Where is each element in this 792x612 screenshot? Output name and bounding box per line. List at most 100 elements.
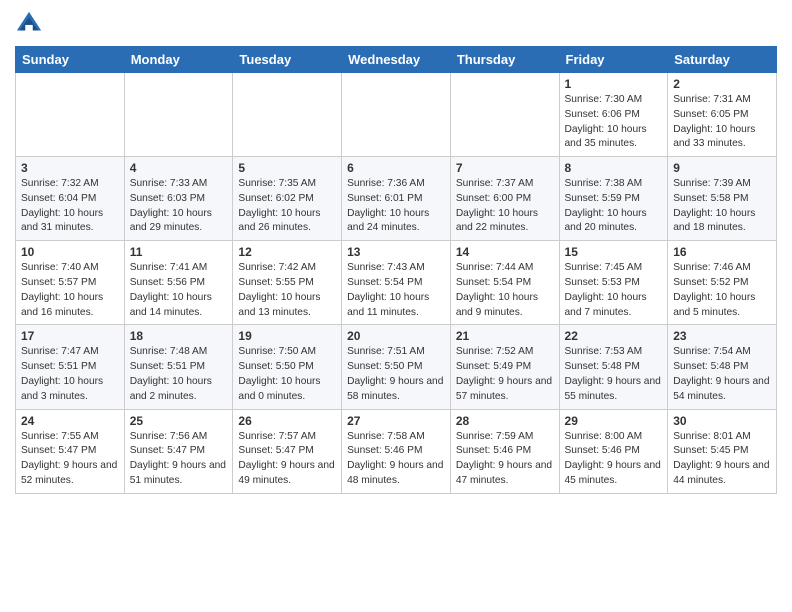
day-number: 20	[347, 329, 445, 343]
calendar-week-5: 24 Sunrise: 7:55 AM Sunset: 5:47 PM Dayli…	[16, 409, 777, 493]
calendar-cell: 16 Sunrise: 7:46 AM Sunset: 5:52 PM Dayli…	[668, 241, 777, 325]
day-number: 29	[565, 414, 663, 428]
day-info: Sunrise: 7:30 AM Sunset: 6:06 PM Dayligh…	[565, 93, 663, 152]
calendar-cell: 30 Sunrise: 8:01 AM Sunset: 5:45 PM Dayli…	[668, 409, 777, 493]
calendar-cell: 2Sunrise: 7:31 AM Sunset: 6:05 PM Daylig…	[668, 73, 777, 157]
day-header-wednesday: Wednesday	[342, 47, 451, 73]
day-info: Sunrise: 7:59 AM Sunset: 5:46 PM Dayligh…	[456, 430, 554, 489]
calendar-cell: 18 Sunrise: 7:48 AM Sunset: 5:51 PM Dayli…	[124, 325, 233, 409]
day-info: Sunrise: 7:51 AM Sunset: 5:50 PM Dayligh…	[347, 345, 445, 404]
day-info: Sunrise: 7:36 AM Sunset: 6:01 PM Dayligh…	[347, 177, 445, 236]
day-info: Sunrise: 7:41 AM Sunset: 5:56 PM Dayligh…	[130, 261, 228, 320]
day-number: 16	[673, 245, 771, 259]
day-header-monday: Monday	[124, 47, 233, 73]
day-number: 3	[21, 161, 119, 175]
day-number: 18	[130, 329, 228, 343]
day-header-sunday: Sunday	[16, 47, 125, 73]
calendar-cell: 3 Sunrise: 7:32 AM Sunset: 6:04 PM Daylig…	[16, 157, 125, 241]
calendar-cell: 14Sunrise: 7:44 AM Sunset: 5:54 PM Dayli…	[450, 241, 559, 325]
day-info: Sunrise: 7:57 AM Sunset: 5:47 PM Dayligh…	[238, 430, 336, 489]
day-info: Sunrise: 7:48 AM Sunset: 5:51 PM Dayligh…	[130, 345, 228, 404]
day-info: Sunrise: 7:58 AM Sunset: 5:46 PM Dayligh…	[347, 430, 445, 489]
day-info: Sunrise: 7:52 AM Sunset: 5:49 PM Dayligh…	[456, 345, 554, 404]
calendar-cell: 23 Sunrise: 7:54 AM Sunset: 5:48 PM Dayli…	[668, 325, 777, 409]
calendar-cell: 6 Sunrise: 7:36 AM Sunset: 6:01 PM Daylig…	[342, 157, 451, 241]
calendar-cell	[124, 73, 233, 157]
day-info: Sunrise: 7:37 AM Sunset: 6:00 PM Dayligh…	[456, 177, 554, 236]
day-number: 22	[565, 329, 663, 343]
calendar-cell: 12 Sunrise: 7:42 AM Sunset: 5:55 PM Dayli…	[233, 241, 342, 325]
day-number: 6	[347, 161, 445, 175]
calendar-cell: 11 Sunrise: 7:41 AM Sunset: 5:56 PM Dayli…	[124, 241, 233, 325]
page-header	[15, 10, 777, 38]
logo	[15, 10, 47, 38]
calendar-header-row: SundayMondayTuesdayWednesdayThursdayFrid…	[16, 47, 777, 73]
day-info: Sunrise: 8:01 AM Sunset: 5:45 PM Dayligh…	[673, 430, 771, 489]
calendar-cell: 27 Sunrise: 7:58 AM Sunset: 5:46 PM Dayli…	[342, 409, 451, 493]
day-header-thursday: Thursday	[450, 47, 559, 73]
day-number: 21	[456, 329, 554, 343]
day-number: 12	[238, 245, 336, 259]
day-number: 26	[238, 414, 336, 428]
calendar-cell: 24 Sunrise: 7:55 AM Sunset: 5:47 PM Dayli…	[16, 409, 125, 493]
day-number: 5	[238, 161, 336, 175]
day-info: Sunrise: 7:40 AM Sunset: 5:57 PM Dayligh…	[21, 261, 119, 320]
day-number: 24	[21, 414, 119, 428]
calendar-cell	[233, 73, 342, 157]
day-info: Sunrise: 7:33 AM Sunset: 6:03 PM Dayligh…	[130, 177, 228, 236]
day-number: 8	[565, 161, 663, 175]
day-info: Sunrise: 7:39 AM Sunset: 5:58 PM Dayligh…	[673, 177, 771, 236]
day-number: 10	[21, 245, 119, 259]
day-info: Sunrise: 7:54 AM Sunset: 5:48 PM Dayligh…	[673, 345, 771, 404]
day-info: Sunrise: 7:43 AM Sunset: 5:54 PM Dayligh…	[347, 261, 445, 320]
calendar-cell: 28 Sunrise: 7:59 AM Sunset: 5:46 PM Dayli…	[450, 409, 559, 493]
day-number: 28	[456, 414, 554, 428]
calendar-cell: 13 Sunrise: 7:43 AM Sunset: 5:54 PM Dayli…	[342, 241, 451, 325]
calendar-cell: 4 Sunrise: 7:33 AM Sunset: 6:03 PM Daylig…	[124, 157, 233, 241]
day-number: 30	[673, 414, 771, 428]
day-info: Sunrise: 7:31 AM Sunset: 6:05 PM Dayligh…	[673, 93, 771, 152]
calendar-cell	[342, 73, 451, 157]
calendar-cell: 7Sunrise: 7:37 AM Sunset: 6:00 PM Daylig…	[450, 157, 559, 241]
day-number: 27	[347, 414, 445, 428]
day-number: 4	[130, 161, 228, 175]
day-number: 19	[238, 329, 336, 343]
day-info: Sunrise: 7:46 AM Sunset: 5:52 PM Dayligh…	[673, 261, 771, 320]
day-info: Sunrise: 7:47 AM Sunset: 5:51 PM Dayligh…	[21, 345, 119, 404]
calendar-cell: 22 Sunrise: 7:53 AM Sunset: 5:48 PM Dayli…	[559, 325, 668, 409]
day-info: Sunrise: 7:42 AM Sunset: 5:55 PM Dayligh…	[238, 261, 336, 320]
day-number: 15	[565, 245, 663, 259]
calendar-cell: 9 Sunrise: 7:39 AM Sunset: 5:58 PM Daylig…	[668, 157, 777, 241]
calendar-week-4: 17Sunrise: 7:47 AM Sunset: 5:51 PM Dayli…	[16, 325, 777, 409]
calendar-cell: 5 Sunrise: 7:35 AM Sunset: 6:02 PM Daylig…	[233, 157, 342, 241]
day-number: 23	[673, 329, 771, 343]
calendar-cell	[450, 73, 559, 157]
day-number: 9	[673, 161, 771, 175]
day-number: 11	[130, 245, 228, 259]
calendar-cell: 10 Sunrise: 7:40 AM Sunset: 5:57 PM Dayli…	[16, 241, 125, 325]
day-number: 13	[347, 245, 445, 259]
day-info: Sunrise: 7:55 AM Sunset: 5:47 PM Dayligh…	[21, 430, 119, 489]
calendar-week-1: 1Sunrise: 7:30 AM Sunset: 6:06 PM Daylig…	[16, 73, 777, 157]
calendar-cell: 21 Sunrise: 7:52 AM Sunset: 5:49 PM Dayli…	[450, 325, 559, 409]
day-info: Sunrise: 8:00 AM Sunset: 5:46 PM Dayligh…	[565, 430, 663, 489]
calendar-table: SundayMondayTuesdayWednesdayThursdayFrid…	[15, 46, 777, 494]
day-header-tuesday: Tuesday	[233, 47, 342, 73]
calendar-week-2: 3 Sunrise: 7:32 AM Sunset: 6:04 PM Daylig…	[16, 157, 777, 241]
calendar-cell: 26 Sunrise: 7:57 AM Sunset: 5:47 PM Dayli…	[233, 409, 342, 493]
day-info: Sunrise: 7:56 AM Sunset: 5:47 PM Dayligh…	[130, 430, 228, 489]
day-info: Sunrise: 7:32 AM Sunset: 6:04 PM Dayligh…	[21, 177, 119, 236]
calendar-cell: 15 Sunrise: 7:45 AM Sunset: 5:53 PM Dayli…	[559, 241, 668, 325]
day-header-friday: Friday	[559, 47, 668, 73]
calendar-cell: 17Sunrise: 7:47 AM Sunset: 5:51 PM Dayli…	[16, 325, 125, 409]
calendar-cell: 25 Sunrise: 7:56 AM Sunset: 5:47 PM Dayli…	[124, 409, 233, 493]
calendar-cell: 1Sunrise: 7:30 AM Sunset: 6:06 PM Daylig…	[559, 73, 668, 157]
day-info: Sunrise: 7:45 AM Sunset: 5:53 PM Dayligh…	[565, 261, 663, 320]
day-number: 25	[130, 414, 228, 428]
calendar-cell: 19 Sunrise: 7:50 AM Sunset: 5:50 PM Dayli…	[233, 325, 342, 409]
day-info: Sunrise: 7:53 AM Sunset: 5:48 PM Dayligh…	[565, 345, 663, 404]
calendar-cell: 20 Sunrise: 7:51 AM Sunset: 5:50 PM Dayli…	[342, 325, 451, 409]
logo-icon	[15, 10, 43, 38]
day-info: Sunrise: 7:50 AM Sunset: 5:50 PM Dayligh…	[238, 345, 336, 404]
day-info: Sunrise: 7:35 AM Sunset: 6:02 PM Dayligh…	[238, 177, 336, 236]
